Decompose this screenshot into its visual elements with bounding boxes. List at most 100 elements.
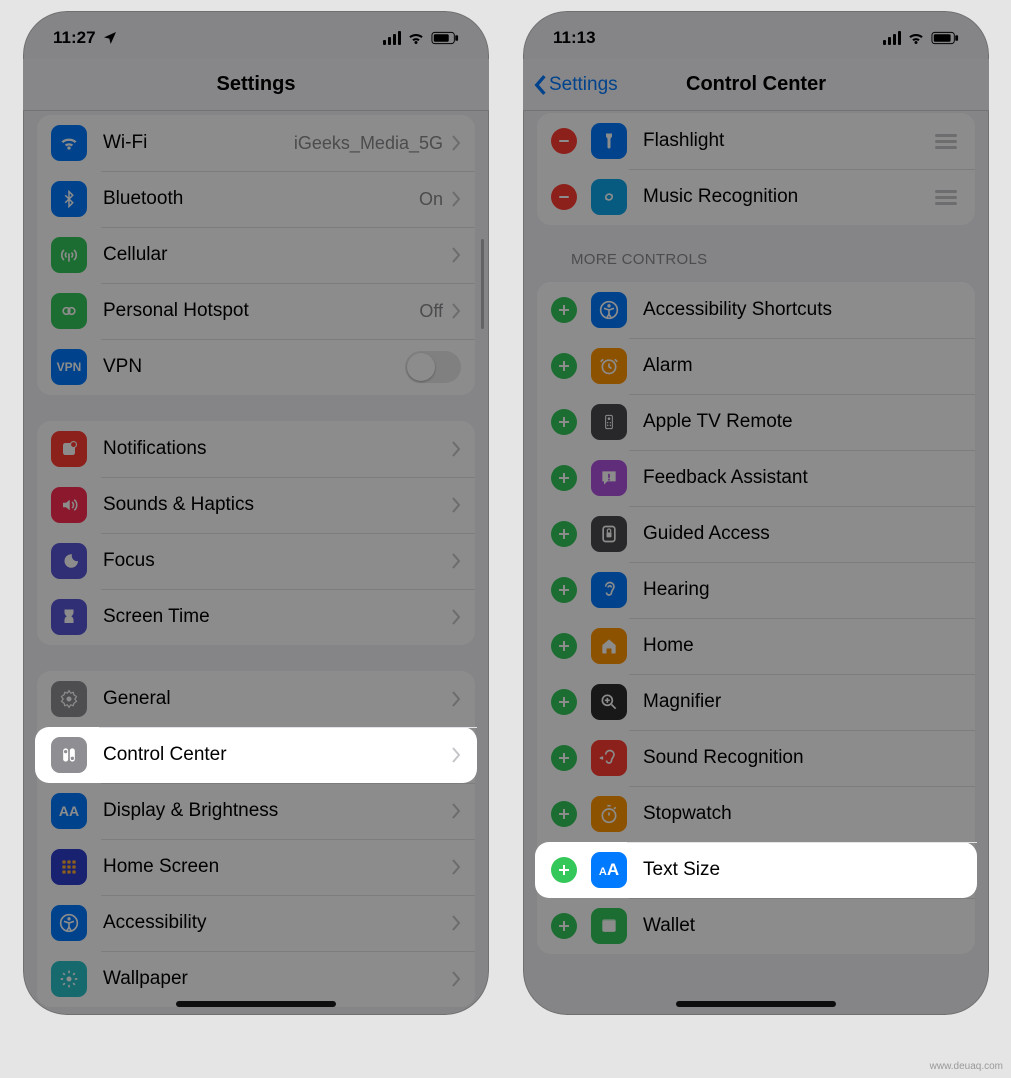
row-general[interactable]: General	[37, 671, 475, 727]
row-hotspot[interactable]: Personal Hotspot Off	[37, 283, 475, 339]
add-button[interactable]	[551, 913, 577, 939]
more-controls-header: MORE CONTROLS	[551, 251, 989, 276]
chevron-right-icon	[451, 553, 461, 569]
row-wallpaper[interactable]: Wallpaper	[37, 951, 475, 1007]
row-label: Feedback Assistant	[643, 467, 961, 489]
flashlight-icon	[591, 123, 627, 159]
stopwatch-icon	[591, 796, 627, 832]
settings-group-general: General Control Center AA Display & Brig…	[37, 671, 475, 1007]
sound-recognition-icon	[591, 740, 627, 776]
navbar: Settings Control Center	[523, 59, 989, 111]
add-button[interactable]	[551, 745, 577, 771]
add-button[interactable]	[551, 857, 577, 883]
row-magnifier[interactable]: Magnifier	[537, 674, 975, 730]
alarm-icon	[591, 348, 627, 384]
battery-icon	[931, 31, 959, 45]
row-vpn[interactable]: VPN VPN	[37, 339, 475, 395]
row-label: Cellular	[103, 244, 451, 266]
row-appletv-remote[interactable]: Apple TV Remote	[537, 394, 975, 450]
status-bar: 11:27	[23, 11, 489, 59]
drag-handle-icon[interactable]	[931, 130, 961, 153]
row-focus[interactable]: Focus	[37, 533, 475, 589]
page-title: Control Center	[686, 73, 826, 96]
add-button[interactable]	[551, 297, 577, 323]
add-button[interactable]	[551, 633, 577, 659]
settings-scroll[interactable]: Wi-Fi iGeeks_Media_5G Bluetooth On Cellu…	[23, 111, 489, 1015]
add-button[interactable]	[551, 801, 577, 827]
row-label: Display & Brightness	[103, 800, 451, 822]
accessibility-icon	[51, 905, 87, 941]
row-display[interactable]: AA Display & Brightness	[37, 783, 475, 839]
row-home[interactable]: Home	[537, 618, 975, 674]
controlcenter-scroll[interactable]: Flashlight Music Recognition MORE CONTRO…	[523, 111, 989, 1015]
row-label: Wi-Fi	[103, 132, 294, 154]
row-homescreen[interactable]: Home Screen	[37, 839, 475, 895]
remove-button[interactable]	[551, 128, 577, 154]
vpn-toggle[interactable]	[405, 351, 461, 383]
row-accessibility[interactable]: Accessibility	[37, 895, 475, 951]
text-size-icon: AA	[591, 852, 627, 888]
add-button[interactable]	[551, 353, 577, 379]
row-text-size[interactable]: AA Text Size	[535, 842, 977, 898]
chevron-right-icon	[451, 191, 461, 207]
back-button[interactable]: Settings	[533, 59, 618, 110]
appletv-remote-icon	[591, 404, 627, 440]
row-label: Hearing	[643, 579, 961, 601]
cellular-signal-icon	[383, 31, 401, 45]
row-bluetooth[interactable]: Bluetooth On	[37, 171, 475, 227]
settings-group-network: Wi-Fi iGeeks_Media_5G Bluetooth On Cellu…	[37, 115, 475, 395]
remove-button[interactable]	[551, 184, 577, 210]
row-hearing[interactable]: Hearing	[537, 562, 975, 618]
home-indicator[interactable]	[176, 1001, 336, 1007]
accessibility-icon	[591, 292, 627, 328]
chevron-right-icon	[451, 803, 461, 819]
bluetooth-icon	[51, 181, 87, 217]
row-sounds[interactable]: Sounds & Haptics	[37, 477, 475, 533]
row-control-center[interactable]: Control Center	[35, 727, 477, 783]
home-indicator[interactable]	[676, 1001, 836, 1007]
row-wifi[interactable]: Wi-Fi iGeeks_Media_5G	[37, 115, 475, 171]
hotspot-icon	[51, 293, 87, 329]
row-guided-access[interactable]: Guided Access	[537, 506, 975, 562]
row-stopwatch[interactable]: Stopwatch	[537, 786, 975, 842]
row-label: Home	[643, 635, 961, 657]
wallpaper-icon	[51, 961, 87, 997]
row-sound-recognition[interactable]: Sound Recognition	[537, 730, 975, 786]
hearing-icon	[591, 572, 627, 608]
row-label: Screen Time	[103, 606, 451, 628]
row-label: Apple TV Remote	[643, 411, 961, 433]
row-label: Stopwatch	[643, 803, 961, 825]
phone-control-center: 11:13 Settings Control Center	[523, 11, 989, 1015]
row-flashlight[interactable]: Flashlight	[537, 113, 975, 169]
row-feedback[interactable]: Feedback Assistant	[537, 450, 975, 506]
cellular-icon	[51, 237, 87, 273]
chevron-right-icon	[451, 859, 461, 875]
focus-icon	[51, 543, 87, 579]
row-notifications[interactable]: Notifications	[37, 421, 475, 477]
row-alarm[interactable]: Alarm	[537, 338, 975, 394]
row-cellular[interactable]: Cellular	[37, 227, 475, 283]
phone-settings: 11:27 Settings Wi-Fi iG	[23, 11, 489, 1015]
drag-handle-icon[interactable]	[931, 186, 961, 209]
scrollbar[interactable]	[481, 239, 484, 329]
row-label: Alarm	[643, 355, 961, 377]
row-accessibility-shortcuts[interactable]: Accessibility Shortcuts	[537, 282, 975, 338]
add-button[interactable]	[551, 409, 577, 435]
add-button[interactable]	[551, 689, 577, 715]
chevron-right-icon	[451, 609, 461, 625]
notifications-icon	[51, 431, 87, 467]
row-screentime[interactable]: Screen Time	[37, 589, 475, 645]
row-label: Wallet	[643, 915, 961, 937]
page-title: Settings	[217, 73, 296, 96]
row-label: Magnifier	[643, 691, 961, 713]
sounds-icon	[51, 487, 87, 523]
status-bar: 11:13	[523, 11, 989, 59]
home-icon	[591, 628, 627, 664]
row-wallet[interactable]: Wallet	[537, 898, 975, 954]
shazam-icon	[591, 179, 627, 215]
add-button[interactable]	[551, 465, 577, 491]
add-button[interactable]	[551, 577, 577, 603]
add-button[interactable]	[551, 521, 577, 547]
screentime-icon	[51, 599, 87, 635]
row-music-recognition[interactable]: Music Recognition	[537, 169, 975, 225]
